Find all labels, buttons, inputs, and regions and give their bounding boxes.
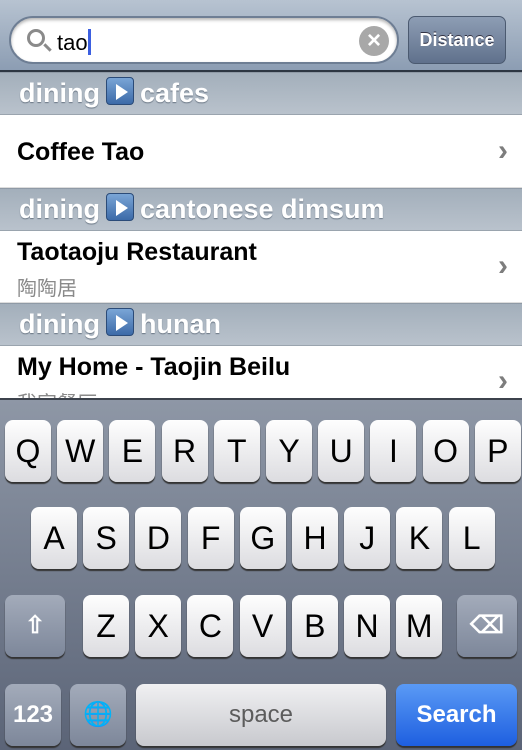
list-item[interactable]: Coffee Tao › (0, 115, 522, 188)
item-subtitle: 陶陶居 (17, 278, 77, 300)
key-h[interactable]: H (292, 507, 338, 569)
key-t[interactable]: T (213, 420, 260, 482)
key-s[interactable]: S (83, 507, 130, 569)
key-b[interactable]: B (291, 595, 338, 657)
keyboard: ⇧ ⌫ 123 🌐 space Search QWERTYUIOP ASDFGHJ… (0, 398, 522, 750)
subcategory-label: cantonese dimsum (139, 194, 385, 224)
chevron-right-icon: › (498, 364, 508, 397)
play-arrow-icon (105, 77, 134, 105)
list-item[interactable]: My Home - Taojin Beilu 我家餐厅 › (0, 346, 522, 400)
key-f[interactable]: F (187, 507, 234, 569)
item-title: My Home - Taojin Beilu (17, 353, 291, 381)
key-n[interactable]: N (344, 595, 390, 657)
shift-icon: ⇧ (24, 612, 46, 639)
list-item[interactable]: Taotaoju Restaurant 陶陶居 › (0, 231, 522, 303)
globe-icon: 🌐 (83, 701, 113, 728)
magnifier-icon (27, 29, 45, 47)
distance-button[interactable]: Distance (408, 16, 506, 64)
key-i[interactable]: I (370, 420, 417, 482)
chevron-right-icon: › (498, 249, 508, 282)
key-z[interactable]: Z (83, 595, 129, 657)
item-title: Taotaoju Restaurant (17, 238, 257, 266)
search-bar: tao × Distance (0, 0, 522, 72)
key-g[interactable]: G (239, 507, 286, 569)
delete-key[interactable]: ⌫ (457, 595, 517, 657)
space-key[interactable]: space (136, 684, 386, 746)
subcategory-label: hunan (139, 309, 221, 339)
key-q[interactable]: Q (5, 420, 51, 482)
key-c[interactable]: C (187, 595, 234, 657)
search-input[interactable]: tao × (9, 16, 399, 64)
subcategory-label: cafes (139, 78, 210, 108)
play-arrow-icon (105, 193, 134, 221)
backspace-icon: ⌫ (470, 612, 504, 639)
key-y[interactable]: Y (266, 420, 312, 482)
search-key[interactable]: Search (396, 684, 517, 746)
key-w[interactable]: W (57, 420, 104, 482)
category-label: dining (19, 78, 100, 108)
key-m[interactable]: M (396, 595, 443, 657)
shift-key[interactable]: ⇧ (5, 595, 65, 657)
text-caret (87, 29, 91, 55)
category-label: dining (19, 309, 100, 339)
section-header: dining cafes (0, 72, 522, 115)
category-label: dining (19, 194, 100, 224)
clear-icon[interactable]: × (359, 26, 389, 56)
key-p[interactable]: P (474, 420, 521, 482)
key-d[interactable]: D (135, 507, 182, 569)
search-query: tao (57, 30, 88, 55)
key-k[interactable]: K (396, 507, 443, 569)
key-o[interactable]: O (422, 420, 469, 482)
key-r[interactable]: R (161, 420, 208, 482)
item-title: Coffee Tao (17, 138, 145, 166)
key-j[interactable]: J (344, 507, 391, 569)
key-l[interactable]: L (448, 507, 495, 569)
key-x[interactable]: X (135, 595, 182, 657)
key-e[interactable]: E (109, 420, 156, 482)
section-header: dining hunan (0, 303, 522, 346)
key-a[interactable]: A (31, 507, 77, 569)
globe-key[interactable]: 🌐 (70, 684, 126, 746)
key-v[interactable]: V (239, 595, 286, 657)
chevron-right-icon: › (498, 134, 508, 167)
play-arrow-icon (105, 308, 134, 336)
numbers-key[interactable]: 123 (5, 684, 61, 746)
key-u[interactable]: U (318, 420, 365, 482)
section-header: dining cantonese dimsum (0, 188, 522, 231)
